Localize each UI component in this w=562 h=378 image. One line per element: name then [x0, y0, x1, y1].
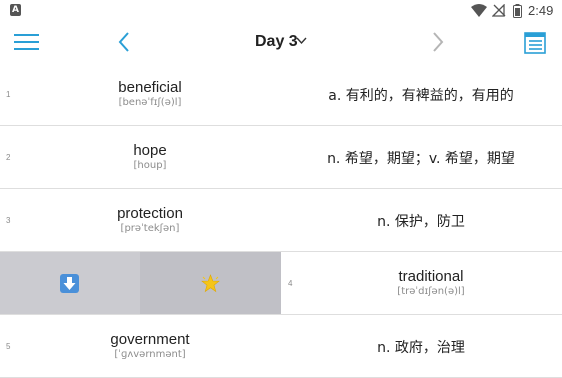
phonetic: [prəˈtekʃən]	[120, 223, 180, 234]
row-index: 5	[6, 342, 11, 351]
list-item[interactable]: 1 beneficial [benəˈfɪʃ(ə)l] a. 有利的，有裨益的，…	[0, 63, 562, 126]
list-item[interactable]: 2 hope [houp] n. 希望，期望；v. 希望，期望	[0, 126, 562, 189]
app-notification-letter: A	[12, 5, 19, 15]
list-item[interactable]: 3 protection [prəˈtekʃən] n. 保护，防卫	[0, 189, 562, 252]
list-view-icon[interactable]	[524, 32, 546, 54]
battery-icon	[513, 4, 522, 18]
phonetic: [benəˈfɪʃ(ə)l]	[118, 97, 182, 108]
day-selector[interactable]: Day 3	[240, 28, 340, 56]
word: protection	[117, 205, 183, 222]
word-block: 4 traditional [trəˈdɪʃən(ə)l]	[281, 252, 562, 314]
page-title: Day 3	[255, 33, 298, 50]
meaning: a. 有利的，有裨益的，有用的	[328, 88, 514, 104]
no-signal-icon	[492, 4, 506, 17]
download-button[interactable]	[0, 252, 140, 314]
clock: 2:49	[528, 3, 554, 18]
meaning: n. 希望，期望；v. 希望，期望	[327, 151, 515, 167]
list-item[interactable]: 5 government [ˈɡʌvərnmənt] n. 政府，治理	[0, 315, 562, 378]
status-bar: A 2:49	[0, 0, 562, 22]
word-block: beneficial [benəˈfɪʃ(ə)l]	[20, 63, 280, 125]
meaning: n. 保护，防卫	[377, 214, 465, 230]
download-icon	[60, 274, 79, 293]
app-notification-icon: A	[10, 4, 21, 16]
chevron-left-icon[interactable]	[115, 30, 135, 54]
star-icon	[201, 274, 220, 293]
word-block: hope [houp]	[20, 126, 280, 188]
phonetic: [houp]	[133, 160, 167, 171]
meaning: n. 政府，治理	[377, 340, 465, 356]
word: government	[110, 331, 190, 348]
phonetic: [trəˈdɪʃən(ə)l]	[397, 286, 465, 297]
word-list: 1 beneficial [benəˈfɪʃ(ə)l] a. 有利的，有裨益的，…	[0, 63, 562, 378]
chevron-right-icon[interactable]	[428, 30, 448, 54]
word: traditional	[398, 268, 464, 285]
list-item-swiped[interactable]: 4 traditional [trəˈdɪʃən(ə)l]	[0, 252, 562, 315]
phonetic: [ˈɡʌvərnmənt]	[114, 349, 186, 360]
wifi-icon	[471, 4, 487, 17]
word: hope	[133, 142, 167, 159]
chevron-down-icon	[296, 37, 307, 45]
word: beneficial	[118, 79, 182, 96]
star-button[interactable]	[140, 252, 281, 314]
word-block: government [ˈɡʌvərnmənt]	[20, 315, 280, 377]
word-block: protection [prəˈtekʃən]	[20, 189, 280, 251]
row-index: 2	[6, 153, 11, 162]
toolbar: Day 3	[0, 22, 562, 64]
row-index: 3	[6, 216, 11, 225]
row-index: 1	[6, 90, 11, 99]
menu-icon[interactable]	[14, 32, 39, 52]
